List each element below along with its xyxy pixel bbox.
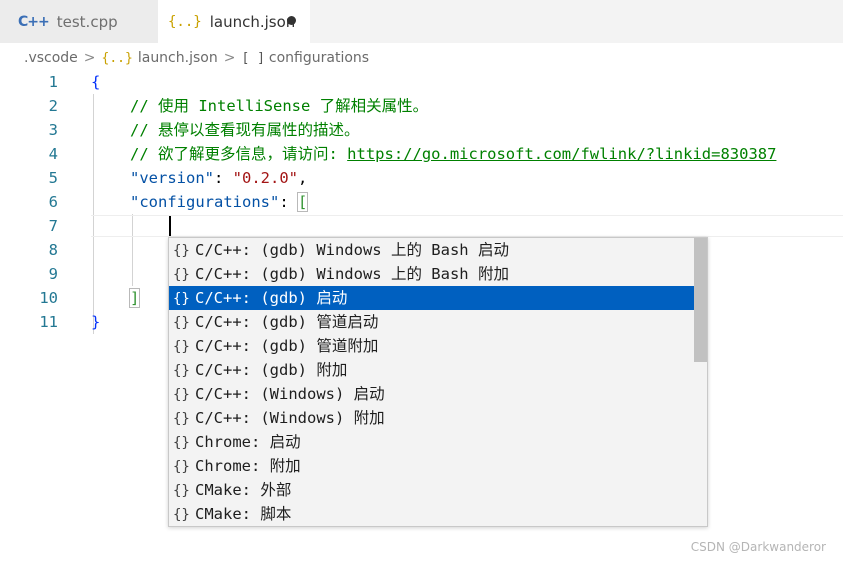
comment: // 悬停以查看现有属性的描述。 <box>130 121 360 139</box>
tab-label: launch.json <box>209 12 296 31</box>
colon: : <box>214 169 233 187</box>
suggestion-label: C/C++: (Windows) 附加 <box>195 409 385 427</box>
line-number: 11 <box>39 313 58 331</box>
snippet-icon: {} <box>173 243 190 259</box>
suggestion-item[interactable]: {} C/C++: (gdb) 管道附加 <box>169 334 695 358</box>
suggestion-item[interactable]: {} C/C++: (Windows) 启动 <box>169 382 695 406</box>
suggestion-widget[interactable]: {} C/C++: (gdb) Windows 上的 Bash 启动 {} C/C+… <box>168 237 708 527</box>
watermark: CSDN @Darkwanderor <box>690 540 826 554</box>
help-link[interactable]: https://go.microsoft.com/fwlink/?linkid=… <box>347 145 776 163</box>
tab-label: test.cpp <box>56 12 118 31</box>
open-bracket: [ <box>296 192 309 212</box>
line-number: 4 <box>48 145 58 163</box>
breadcrumb-file[interactable]: launch.json <box>138 50 218 66</box>
tab-bar: C++ test.cpp {..} launch.json <box>0 0 843 43</box>
suggestion-label: CMake: 外部 <box>195 481 292 499</box>
line-number: 6 <box>48 193 58 211</box>
json-string-value: "0.2.0" <box>232 169 298 187</box>
comment: // 使用 IntelliSense 了解相关属性。 <box>130 97 429 115</box>
close-bracket: ] <box>128 288 141 308</box>
suggestion-item[interactable]: {} Chrome: 启动 <box>169 430 695 454</box>
breadcrumb-symbol[interactable]: configurations <box>269 50 369 66</box>
chevron-right-icon: > <box>223 50 236 66</box>
cpp-icon: C++ <box>18 13 50 30</box>
json-icon: {..} <box>101 50 133 66</box>
suggestion-label: CMake: 脚本 <box>195 505 292 523</box>
line-number: 7 <box>48 217 58 235</box>
suggestion-scrollbar[interactable] <box>694 238 707 362</box>
array-icon: [ ] <box>241 50 265 66</box>
suggestion-label: C/C++: (gdb) Windows 上的 Bash 启动 <box>195 241 509 259</box>
snippet-icon: {} <box>173 483 190 499</box>
line-number: 3 <box>48 121 58 139</box>
suggestion-item[interactable]: {} C/C++: (Windows) 附加 <box>169 406 695 430</box>
suggestion-label: C/C++: (gdb) 启动 <box>195 289 348 307</box>
current-line-highlight <box>91 215 843 237</box>
suggestion-label: C/C++: (Windows) 启动 <box>195 385 385 403</box>
suggestion-item[interactable]: {} C/C++: (gdb) Windows 上的 Bash 启动 <box>169 238 695 262</box>
snippet-icon: {} <box>173 507 190 523</box>
line-number: 10 <box>39 289 58 307</box>
snippet-icon: {} <box>173 435 190 451</box>
code-line: { <box>91 70 100 94</box>
line-number: 5 <box>48 169 58 187</box>
suggestion-item[interactable]: {} CMake: 脚本 <box>169 502 695 526</box>
suggestion-label: C/C++: (gdb) 管道附加 <box>195 337 379 355</box>
suggestion-label: Chrome: 启动 <box>195 433 301 451</box>
chevron-right-icon: > <box>83 50 96 66</box>
suggestion-label: Chrome: 附加 <box>195 457 301 475</box>
line-number: 1 <box>48 73 58 91</box>
breadcrumb: .vscode > {..} launch.json > [ ] configu… <box>24 47 369 69</box>
code-line: "version": "0.2.0", <box>130 166 307 190</box>
suggestion-item[interactable]: {} C/C++: (gdb) 管道启动 <box>169 310 695 334</box>
suggestion-item[interactable]: {} Chrome: 附加 <box>169 454 695 478</box>
suggestion-item-selected[interactable]: {} C/C++: (gdb) 启动 <box>169 286 695 310</box>
json-key: "version" <box>130 169 214 187</box>
line-number: 2 <box>48 97 58 115</box>
snippet-icon: {} <box>173 315 190 331</box>
colon: : <box>279 193 298 211</box>
json-key: "configurations" <box>130 193 280 211</box>
code-line: ] <box>128 286 141 310</box>
tab-test-cpp[interactable]: C++ test.cpp <box>0 0 158 43</box>
snippet-icon: {} <box>173 291 190 307</box>
snippet-icon: {} <box>173 411 190 427</box>
line-number: 9 <box>48 265 58 283</box>
comma: , <box>298 169 308 187</box>
code-line: } <box>91 310 100 334</box>
code-line: // 悬停以查看现有属性的描述。 <box>130 118 360 142</box>
suggestion-label: C/C++: (gdb) 附加 <box>195 361 348 379</box>
indent-guide <box>93 94 94 334</box>
snippet-icon: {} <box>173 267 190 283</box>
text-cursor <box>169 216 171 236</box>
close-brace: } <box>91 313 101 331</box>
code-line: "configurations": [ <box>130 190 309 214</box>
breadcrumb-folder[interactable]: .vscode <box>24 50 78 66</box>
snippet-icon: {} <box>173 363 190 379</box>
unsaved-dot-icon[interactable] <box>287 16 296 25</box>
suggestion-item[interactable]: {} C/C++: (gdb) 附加 <box>169 358 695 382</box>
suggestion-item[interactable]: {} C/C++: (gdb) Windows 上的 Bash 附加 <box>169 262 695 286</box>
snippet-icon: {} <box>173 339 190 355</box>
open-brace: { <box>91 73 101 91</box>
code-line: // 欲了解更多信息，请访问: https://go.microsoft.com… <box>130 142 776 166</box>
comment: // 欲了解更多信息，请访问: <box>130 145 348 163</box>
snippet-icon: {} <box>173 459 190 475</box>
suggestion-item[interactable]: {} CMake: 外部 <box>169 478 695 502</box>
snippet-icon: {} <box>173 387 190 403</box>
tab-launch-json[interactable]: {..} launch.json <box>158 0 310 43</box>
json-icon: {..} <box>168 13 202 30</box>
code-line: // 使用 IntelliSense 了解相关属性。 <box>130 94 428 118</box>
suggestion-label: C/C++: (gdb) 管道启动 <box>195 313 379 331</box>
suggestion-label: C/C++: (gdb) Windows 上的 Bash 附加 <box>195 265 509 283</box>
line-number: 8 <box>48 241 58 259</box>
